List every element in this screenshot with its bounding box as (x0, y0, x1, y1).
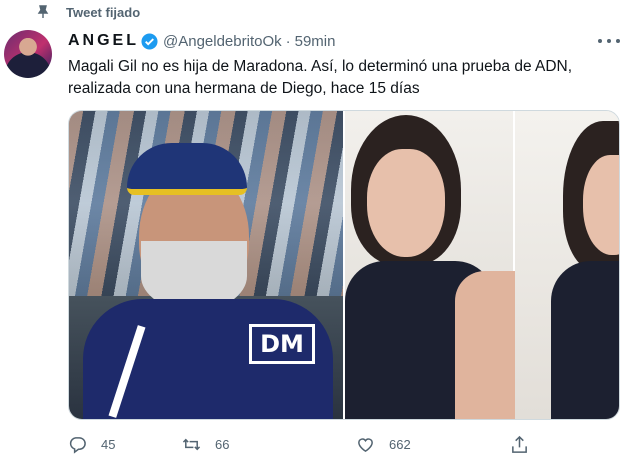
cap (127, 143, 247, 195)
reply-button[interactable]: 45 (68, 432, 115, 456)
retweet-icon (182, 438, 201, 450)
reply-icon (69, 436, 86, 454)
display-name[interactable]: ANGEL (68, 32, 139, 50)
pinned-indicator: Tweet fijado (36, 3, 140, 21)
timestamp[interactable]: 59min (295, 33, 336, 50)
top (551, 261, 619, 419)
avatar[interactable] (4, 30, 52, 78)
user-handle[interactable]: @AngeldebritoOk (163, 33, 282, 50)
pinned-label: Tweet fijado (66, 4, 141, 20)
photo-maradona[interactable]: DM (69, 111, 343, 419)
photo-woman[interactable] (345, 111, 619, 419)
share-button[interactable] (510, 432, 529, 456)
face (367, 149, 445, 257)
dm-logo: DM (249, 324, 315, 364)
separator-dot: · (285, 32, 291, 50)
media-grid: DM (68, 110, 620, 420)
like-count: 662 (389, 436, 411, 452)
tweet-text-line: Magali Gil no es hija de Maradona. Así, … (68, 58, 573, 75)
verified-icon (141, 32, 158, 50)
tweet-text: Magali Gil no es hija de Maradona. Así, … (68, 56, 628, 100)
like-button[interactable]: 662 (356, 432, 411, 456)
like-icon (358, 437, 373, 452)
tweet-text-line: realizada con una hermana de Diego, hace… (68, 80, 420, 97)
retweet-count: 66 (215, 436, 230, 452)
pin-icon (36, 5, 50, 19)
share-icon (512, 435, 527, 453)
tweet-actions: 45 66 662 (68, 432, 538, 456)
more-icon[interactable] (598, 32, 620, 50)
shoulder (455, 271, 515, 419)
retweet-button[interactable]: 66 (182, 432, 229, 456)
tweet-header: ANGEL @AngeldebritoOk · 59min (68, 30, 620, 52)
reply-count: 45 (101, 436, 116, 452)
